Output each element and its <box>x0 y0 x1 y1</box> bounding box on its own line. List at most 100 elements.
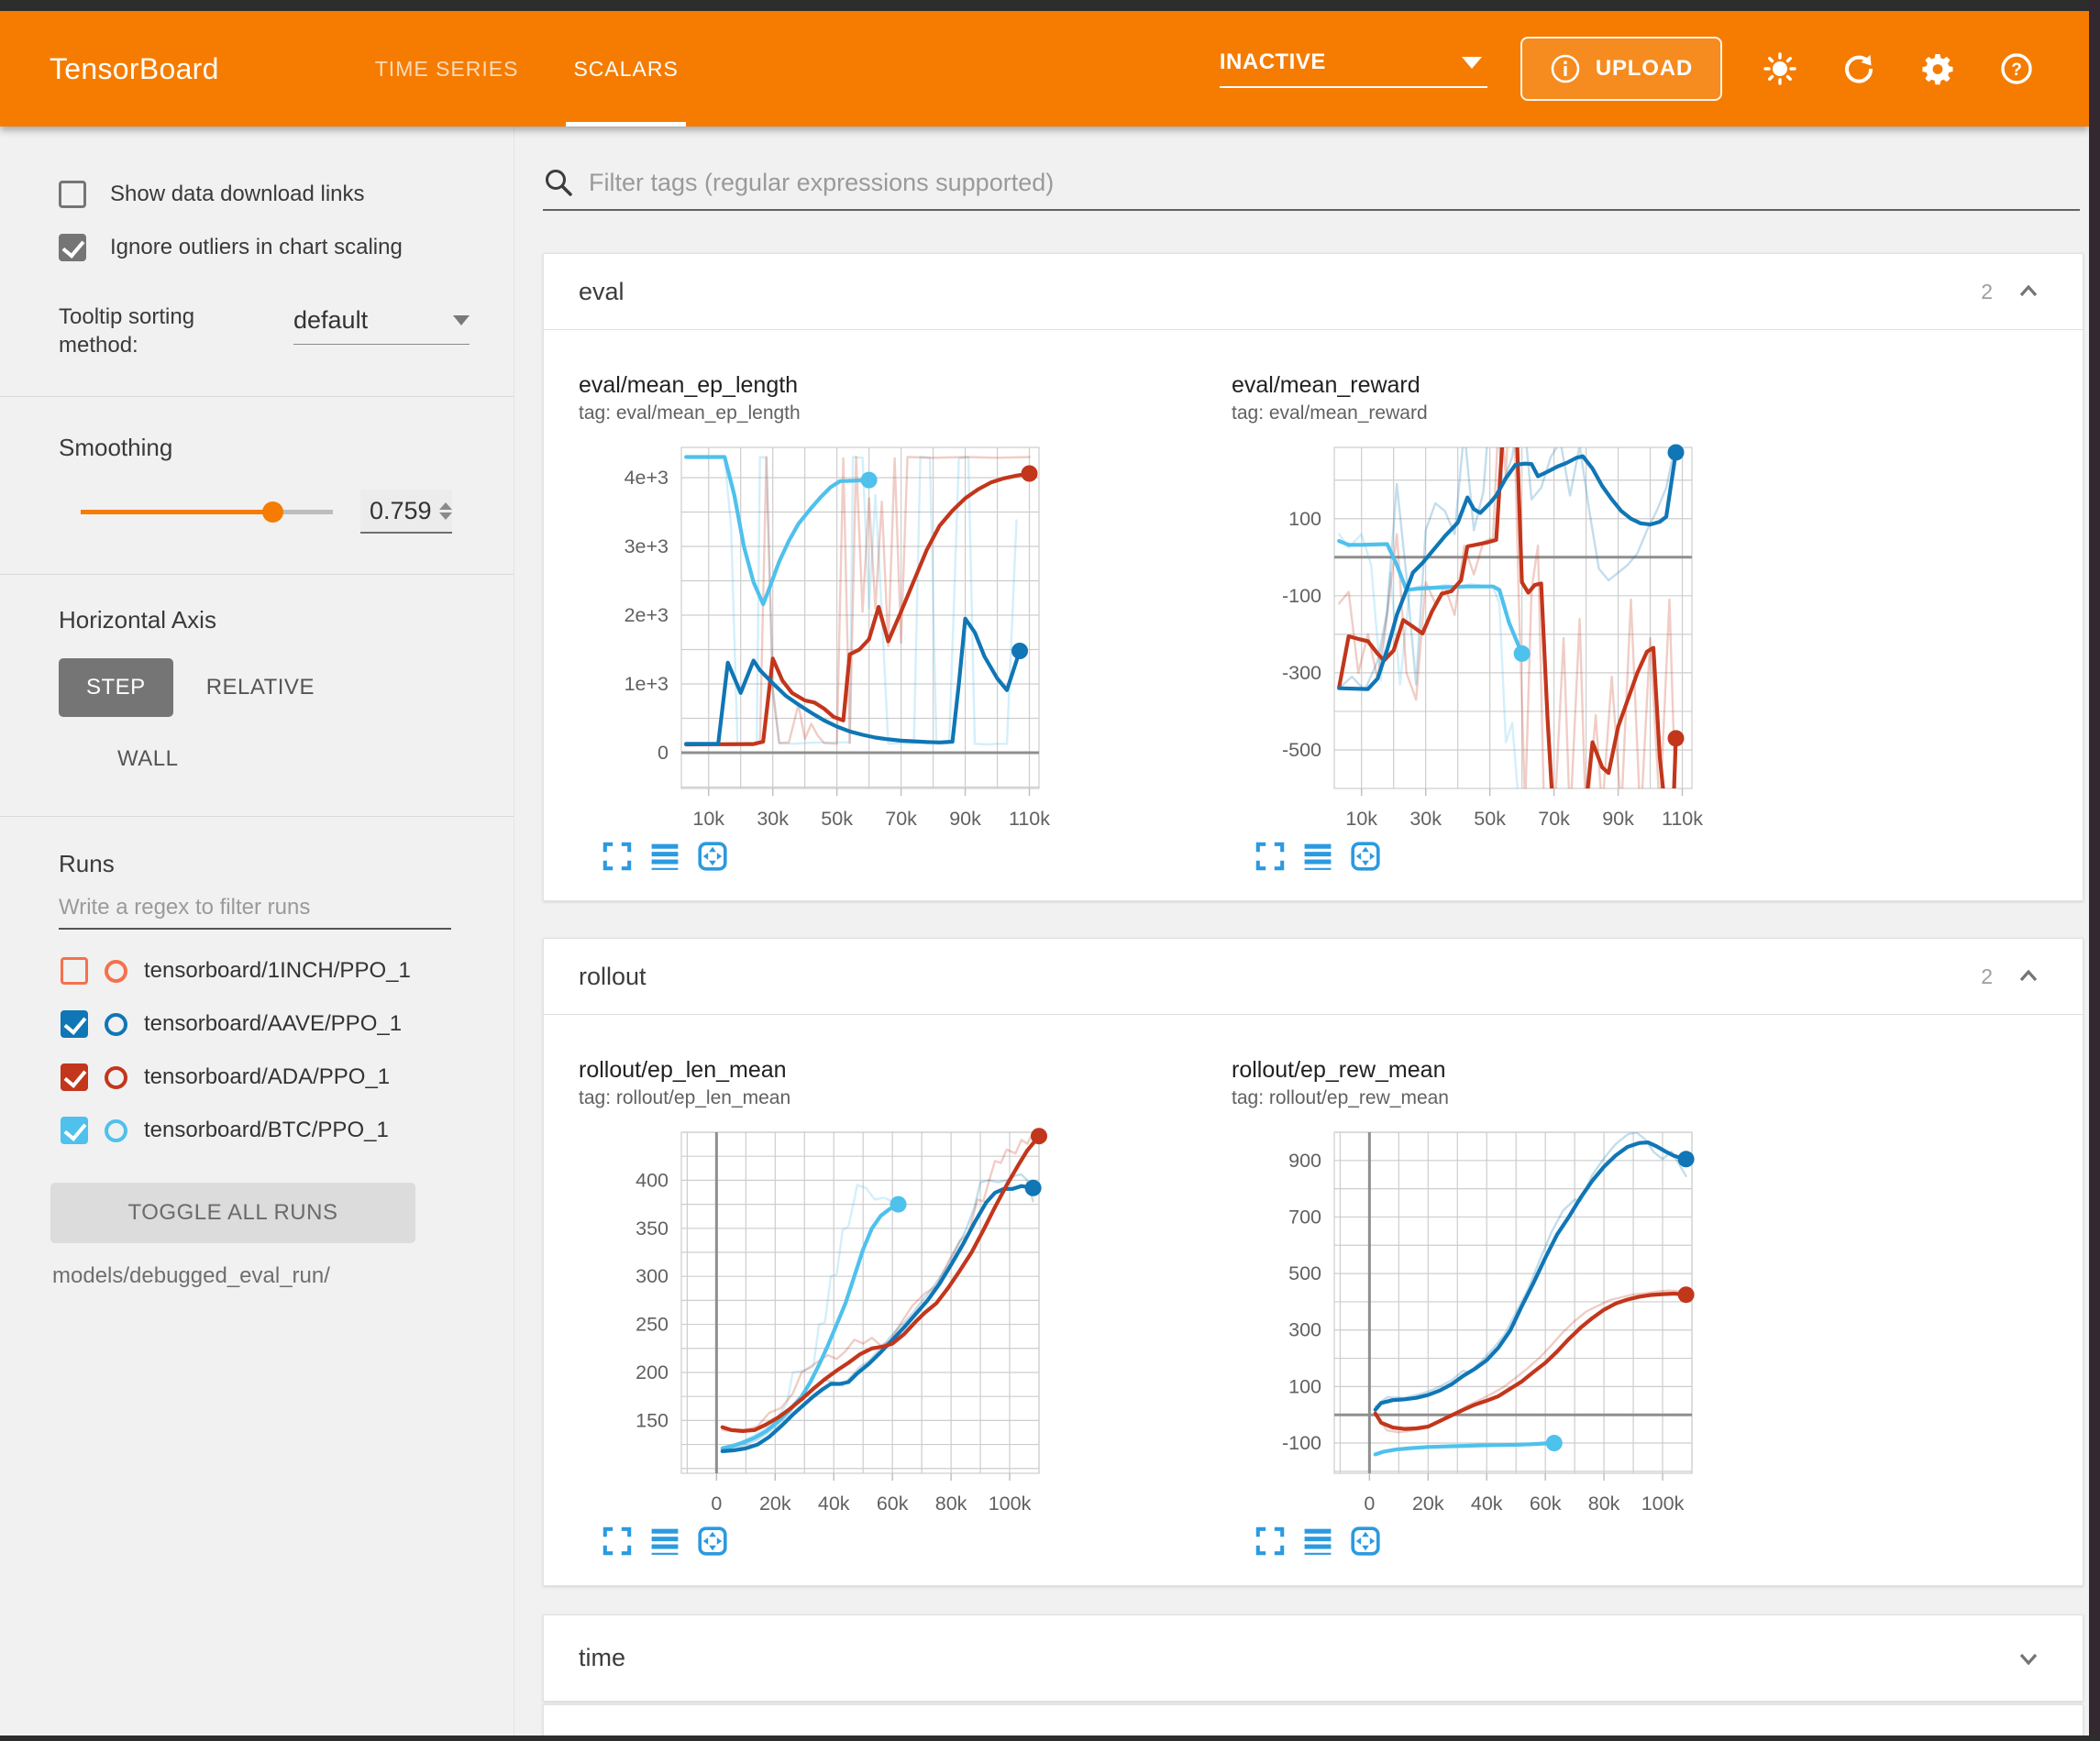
status-dropdown[interactable]: INACTIVE <box>1220 50 1487 88</box>
tab-scalars[interactable]: SCALARS <box>546 11 705 127</box>
fit-domain-icon[interactable] <box>1349 1525 1382 1558</box>
axis-relative-button[interactable]: RELATIVE <box>179 658 342 717</box>
svg-text:-500: -500 <box>1282 739 1321 761</box>
svg-text:350: 350 <box>636 1218 669 1240</box>
svg-text:50k: 50k <box>821 808 853 830</box>
expand-chart-icon[interactable] <box>601 1525 634 1558</box>
tag-filter-input[interactable] <box>589 169 2080 197</box>
refresh-icon[interactable] <box>1841 51 1876 86</box>
svg-text:80k: 80k <box>935 1493 967 1515</box>
run-color-circle[interactable] <box>105 1066 127 1089</box>
settings-icon[interactable] <box>1920 51 1955 86</box>
log-scale-icon[interactable] <box>1301 840 1334 873</box>
run-row[interactable]: tensorboard/ADA/PPO_1 <box>0 1051 514 1104</box>
series-endpoint-dot[interactable] <box>1025 1180 1042 1196</box>
upload-button[interactable]: UPLOAD <box>1520 37 1722 101</box>
series-endpoint-dot[interactable] <box>1678 1151 1695 1167</box>
series-endpoint-dot[interactable] <box>1514 645 1531 662</box>
chart-canvas[interactable]: 10k30k50k70k90k110k100-100-300-500 <box>1232 431 1745 836</box>
smoothing-stepper[interactable] <box>439 502 452 520</box>
chart-canvas[interactable]: 020k40k60k80k100k150200250300350400 <box>579 1116 1092 1521</box>
series-endpoint-dot[interactable] <box>890 1196 907 1213</box>
tab-time-series[interactable]: TIME SERIES <box>348 11 547 127</box>
chart-toolbar <box>1254 1525 1884 1558</box>
run-color-circle[interactable] <box>105 1013 127 1036</box>
log-scale-icon[interactable] <box>648 840 681 873</box>
stepper-down-icon[interactable] <box>439 512 452 520</box>
tooltip-sorting-select[interactable]: default <box>293 306 470 345</box>
chart-card: eval/mean_rewardtag: eval/mean_reward10k… <box>1232 372 1884 873</box>
svg-text:40k: 40k <box>818 1493 850 1515</box>
run-checkbox[interactable] <box>61 1063 88 1091</box>
expand-chart-icon[interactable] <box>601 840 634 873</box>
svg-text:10k: 10k <box>1345 808 1377 830</box>
show-download-links-checkbox[interactable] <box>59 181 86 208</box>
section-eval: eval 2 eval/mean_ep_lengthtag: eval/mean… <box>543 253 2083 901</box>
run-row[interactable]: tensorboard/BTC/PPO_1 <box>0 1104 514 1157</box>
svg-text:60k: 60k <box>877 1493 909 1515</box>
series-endpoint-dot[interactable] <box>1031 1128 1047 1144</box>
series-endpoint-dot[interactable] <box>1011 643 1028 659</box>
svg-text:10k: 10k <box>692 808 724 830</box>
log-scale-icon[interactable] <box>1301 1525 1334 1558</box>
series-endpoint-dot[interactable] <box>1022 466 1038 482</box>
app-header: TensorBoard TIME SERIES SCALARS INACTIVE… <box>0 11 2089 127</box>
svg-text:500: 500 <box>1288 1262 1321 1284</box>
chart-tag: tag: rollout/ep_rew_mean <box>1232 1087 1884 1109</box>
svg-text:3e+3: 3e+3 <box>624 535 669 557</box>
run-color-circle[interactable] <box>105 1119 127 1142</box>
fit-domain-icon[interactable] <box>696 840 729 873</box>
svg-text:900: 900 <box>1288 1150 1321 1172</box>
collapse-section-icon[interactable] <box>2017 280 2040 303</box>
window-chrome-right-scroll-area[interactable] <box>2089 0 2100 1741</box>
window-chrome-bottom <box>0 1735 2100 1741</box>
svg-text:250: 250 <box>636 1314 669 1336</box>
chart-card: rollout/ep_rew_meantag: rollout/ep_rew_m… <box>1232 1057 1884 1558</box>
runs-filter-input[interactable] <box>59 895 451 920</box>
smoothing-slider[interactable] <box>81 510 333 514</box>
series-endpoint-dot[interactable] <box>1678 1286 1695 1303</box>
fit-domain-icon[interactable] <box>1349 840 1382 873</box>
series-endpoint-dot[interactable] <box>1668 730 1685 746</box>
series-smoothed-tensorboard/ADA/PPO_1 <box>1376 1294 1686 1429</box>
section-rollout: rollout 2 rollout/ep_len_meantag: rollou… <box>543 938 2083 1586</box>
collapse-section-icon[interactable] <box>2017 964 2040 988</box>
run-checkbox[interactable] <box>61 1010 88 1038</box>
chart-canvas[interactable]: 020k40k60k80k100k900700500300100-100 <box>1232 1116 1745 1521</box>
smoothing-value[interactable]: 0.759 <box>370 497 432 525</box>
ignore-outliers-checkbox[interactable] <box>59 234 86 261</box>
expand-chart-icon[interactable] <box>1254 840 1287 873</box>
axis-wall-button[interactable]: WALL <box>90 730 205 788</box>
series-endpoint-dot[interactable] <box>861 472 878 489</box>
chart-card: rollout/ep_len_meantag: rollout/ep_len_m… <box>579 1057 1232 1558</box>
svg-text:-100: -100 <box>1282 585 1321 607</box>
log-scale-icon[interactable] <box>648 1525 681 1558</box>
stepper-up-icon[interactable] <box>439 502 452 510</box>
svg-text:60k: 60k <box>1530 1493 1562 1515</box>
brightness-icon[interactable] <box>1763 51 1797 86</box>
svg-text:20k: 20k <box>1412 1493 1444 1515</box>
run-checkbox[interactable] <box>61 1117 88 1144</box>
chart-title: eval/mean_ep_length <box>579 372 1232 399</box>
axis-step-button[interactable]: STEP <box>59 658 173 717</box>
section-count-eval: 2 <box>1981 280 1993 304</box>
run-row[interactable]: tensorboard/AAVE/PPO_1 <box>0 997 514 1051</box>
chart-toolbar <box>601 840 1232 873</box>
window-chrome-top <box>0 0 2100 11</box>
help-icon[interactable]: ? <box>1999 51 2034 86</box>
run-checkbox[interactable] <box>61 957 88 985</box>
series-smoothed-tensorboard/BTC/PPO_1 <box>1376 1443 1554 1454</box>
chart-canvas[interactable]: 10k30k50k70k90k110k01e+32e+33e+34e+3 <box>579 431 1092 836</box>
run-row[interactable]: tensorboard/1INCH/PPO_1 <box>0 944 514 997</box>
ignore-outliers-label: Ignore outliers in chart scaling <box>110 235 403 260</box>
toggle-all-runs-button[interactable]: TOGGLE ALL RUNS <box>50 1183 415 1243</box>
fit-domain-icon[interactable] <box>696 1525 729 1558</box>
expand-chart-icon[interactable] <box>1254 1525 1287 1558</box>
series-endpoint-dot[interactable] <box>1668 444 1685 460</box>
series-raw-tensorboard/BTC/PPO_1 <box>1339 534 1519 804</box>
expand-section-icon[interactable] <box>2017 1647 2040 1670</box>
series-endpoint-dot[interactable] <box>1546 1435 1563 1451</box>
chart-tag: tag: eval/mean_reward <box>1232 402 1884 424</box>
smoothing-slider-handle[interactable] <box>262 501 283 523</box>
run-color-circle[interactable] <box>105 960 127 983</box>
